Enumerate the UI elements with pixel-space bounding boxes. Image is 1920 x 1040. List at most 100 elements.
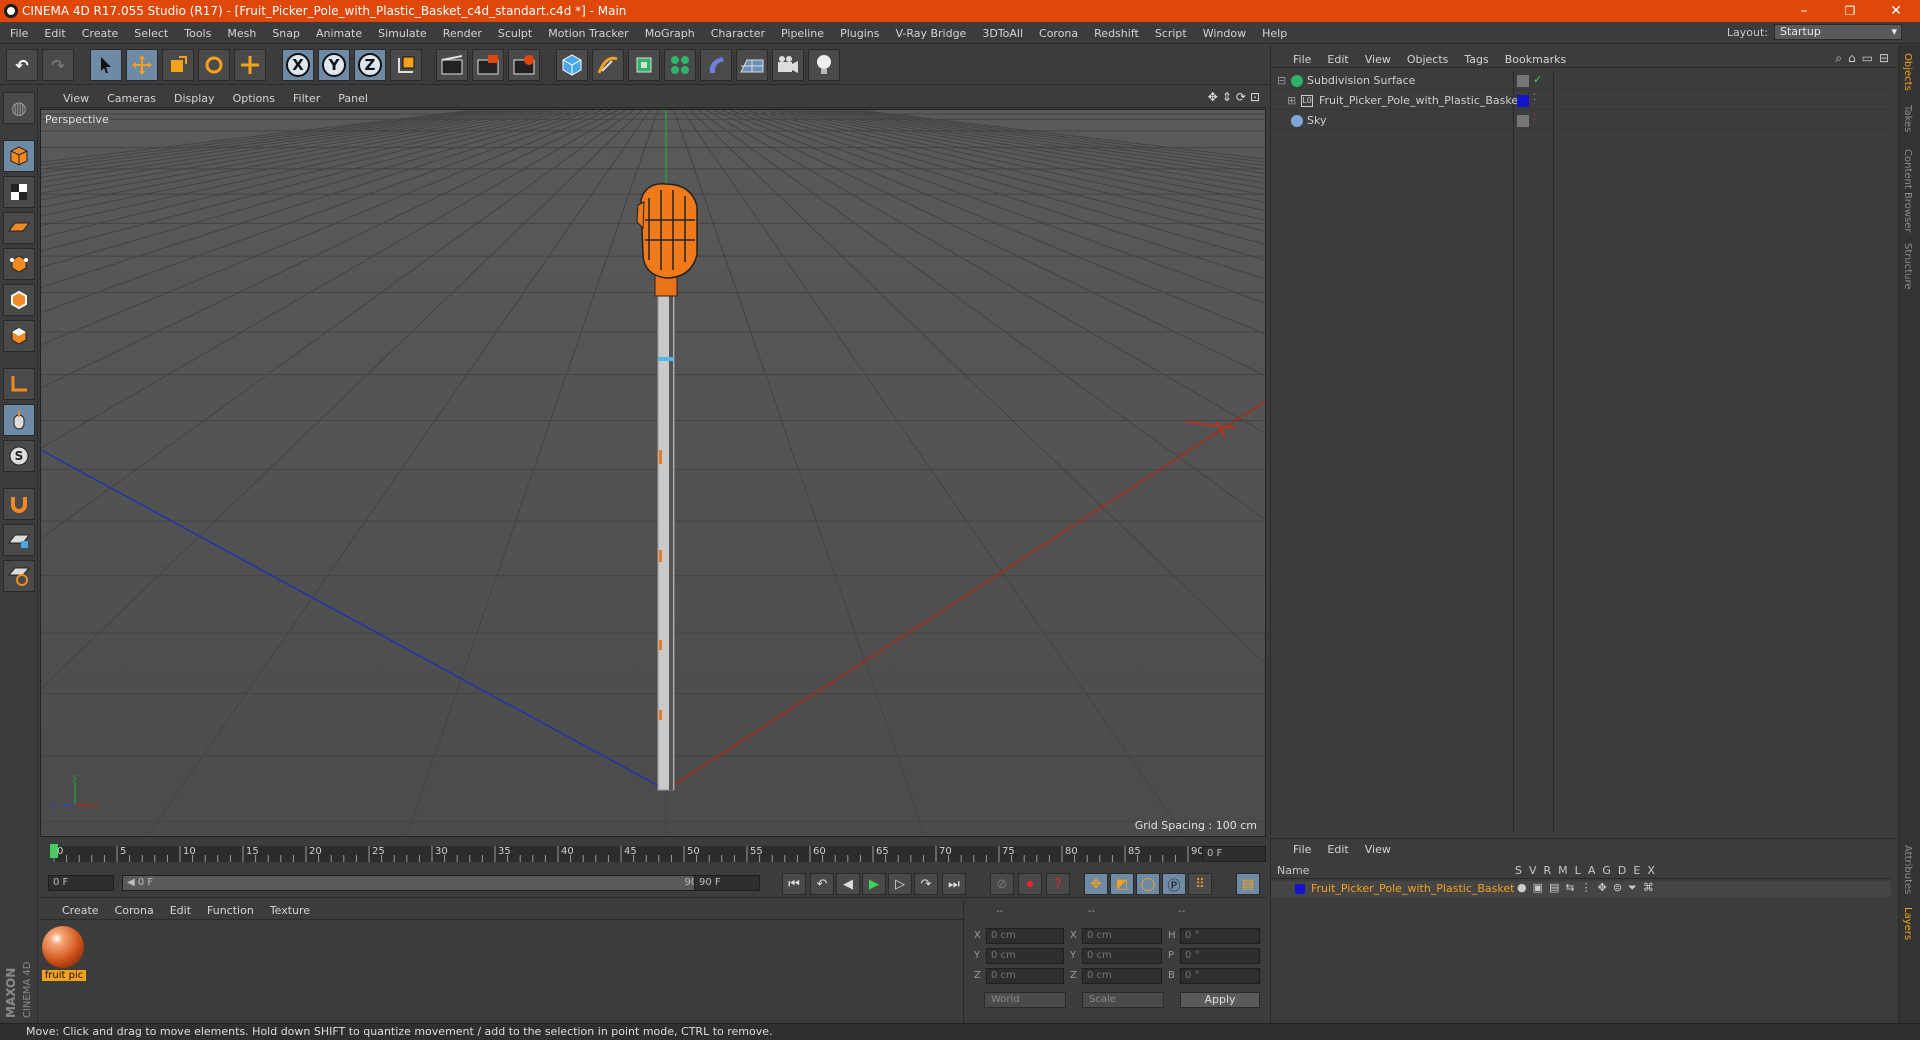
layer-column-header[interactable]: L xyxy=(1575,864,1581,877)
start-frame-field[interactable]: 0 F xyxy=(48,875,114,891)
layer-column-header[interactable]: A xyxy=(1588,864,1596,877)
menu-tools[interactable]: Tools xyxy=(176,27,219,40)
coordinate-system-icon[interactable] xyxy=(390,49,422,81)
size-z-field[interactable]: 0 cm xyxy=(1082,968,1162,984)
axis-mode-icon[interactable] xyxy=(3,368,35,400)
deformer-bend-icon[interactable] xyxy=(700,49,732,81)
menu-edit[interactable]: Edit xyxy=(36,27,73,40)
next-frame-icon[interactable]: ▷ xyxy=(888,873,912,895)
size-mode-dropdown[interactable]: Scale xyxy=(1082,992,1164,1008)
menu-mograph[interactable]: MoGraph xyxy=(637,27,703,40)
tweak-mode-icon[interactable] xyxy=(3,404,35,436)
cube-primitive-icon[interactable] xyxy=(556,49,588,81)
scale-tool-icon[interactable] xyxy=(162,49,194,81)
menu-3dtoall[interactable]: 3DToAll xyxy=(974,27,1031,40)
collapse-toggle-icon[interactable]: ⊟ xyxy=(1277,74,1286,87)
tab-layers[interactable]: Layers xyxy=(1902,907,1913,940)
key-rotation-icon[interactable]: ◯ xyxy=(1136,873,1160,895)
render-settings-icon[interactable] xyxy=(508,49,540,81)
menu-plugins[interactable]: Plugins xyxy=(832,27,887,40)
vp-menu-panel[interactable]: Panel xyxy=(329,92,377,105)
z-axis-lock-button[interactable]: Z xyxy=(354,49,386,81)
menu-mesh[interactable]: Mesh xyxy=(219,27,264,40)
vp-menu-filter[interactable]: Filter xyxy=(284,92,329,105)
layer-menu-view[interactable]: View xyxy=(1357,843,1399,856)
autokey-icon[interactable]: ⏺ xyxy=(1018,873,1042,895)
keyframe-selection-icon[interactable]: ? xyxy=(1046,873,1070,895)
obj-menu-bookmarks[interactable]: Bookmarks xyxy=(1497,53,1574,66)
previous-key-icon[interactable]: ↶ xyxy=(810,873,834,895)
transform-tool-icon[interactable] xyxy=(234,49,266,81)
home-icon[interactable]: ⌂ xyxy=(1848,51,1856,66)
coord-system-dropdown[interactable]: World xyxy=(984,992,1066,1008)
grid-lock-icon[interactable] xyxy=(3,524,35,556)
rotate-tool-icon[interactable] xyxy=(198,49,230,81)
close-button[interactable]: ✕ xyxy=(1874,0,1918,22)
menu-create[interactable]: Create xyxy=(74,27,127,40)
obj-menu-objects[interactable]: Objects xyxy=(1399,53,1457,66)
points-mode-icon[interactable] xyxy=(3,248,35,280)
layer-column-header[interactable]: E xyxy=(1633,864,1640,877)
search-icon[interactable]: ⌕ xyxy=(1835,51,1842,66)
menu-redshift[interactable]: Redshift xyxy=(1086,27,1147,40)
menu-character[interactable]: Character xyxy=(703,27,773,40)
vp-menu-view[interactable]: View xyxy=(54,92,98,105)
enabled-check-icon[interactable]: ✓ xyxy=(1533,73,1542,86)
material-swatch[interactable]: fruit pic xyxy=(42,926,86,984)
model-mode-icon[interactable] xyxy=(3,140,35,172)
perspective-viewport[interactable]: y x z Perspective Grid Spacing : 100 cm xyxy=(40,109,1266,837)
layer-toggle-icons[interactable]: ●▣▤⇆⋮✥⊜⏷⌘ xyxy=(1517,881,1660,895)
pos-x-field[interactable]: 0 cm xyxy=(986,928,1064,944)
previous-frame-icon[interactable]: ◀ xyxy=(836,873,860,895)
viewport-dolly-icon[interactable]: ⇕ xyxy=(1222,90,1232,104)
vp-menu-options[interactable]: Options xyxy=(224,92,284,105)
layer-column-header[interactable]: M xyxy=(1558,864,1568,877)
preview-range-slider[interactable]: ◀ 0 F 90 F ▶ xyxy=(122,875,722,891)
menu-render[interactable]: Render xyxy=(435,27,490,40)
grid-snap-icon[interactable] xyxy=(3,560,35,592)
workplane-mode-icon[interactable] xyxy=(3,212,35,244)
layer-menu-file[interactable]: File xyxy=(1285,843,1319,856)
viewport-pan-icon[interactable]: ✥ xyxy=(1208,90,1218,104)
menu-snap[interactable]: Snap xyxy=(264,27,308,40)
object-row-sky[interactable]: Sky ⁚ xyxy=(1271,112,1891,130)
layer-menu-edit[interactable]: Edit xyxy=(1319,843,1356,856)
tab-structure[interactable]: Structure xyxy=(1902,243,1913,290)
tab-content-browser[interactable]: Content Browser xyxy=(1902,149,1913,232)
redo-icon[interactable]: ↷ xyxy=(42,49,74,81)
select-arrow-icon[interactable] xyxy=(90,49,122,81)
restore-button[interactable]: ❐ xyxy=(1828,0,1872,22)
menu-window[interactable]: Window xyxy=(1195,27,1254,40)
key-position-icon[interactable]: ✥ xyxy=(1084,873,1108,895)
menu-motion-tracker[interactable]: Motion Tracker xyxy=(540,27,636,40)
y-axis-lock-button[interactable]: Y xyxy=(318,49,350,81)
layout-dropdown[interactable]: Startup xyxy=(1774,24,1902,40)
menu-corona[interactable]: Corona xyxy=(1031,27,1086,40)
key-pla-icon[interactable]: ⠿ xyxy=(1188,873,1212,895)
menu-script[interactable]: Script xyxy=(1147,27,1195,40)
size-x-field[interactable]: 0 cm xyxy=(1082,928,1162,944)
render-picture-viewer-icon[interactable] xyxy=(472,49,504,81)
obj-menu-file[interactable]: File xyxy=(1285,53,1319,66)
next-key-icon[interactable]: ↷ xyxy=(914,873,938,895)
object-row-fruit-picker[interactable]: ⊞ L0 Fruit_Picker_Pole_with_Plastic_Bask… xyxy=(1271,92,1891,110)
make-editable-icon[interactable]: ◍ xyxy=(3,92,35,124)
mat-menu-function[interactable]: Function xyxy=(199,904,262,917)
key-parameter-icon[interactable]: Ⓟ xyxy=(1162,873,1186,895)
layer-column-header[interactable]: S xyxy=(1515,864,1522,877)
rot-p-field[interactable]: 0 ° xyxy=(1180,948,1260,964)
end-frame-field[interactable]: 90 F xyxy=(694,875,760,891)
layer-column-header[interactable]: R xyxy=(1544,864,1552,877)
minimize-panel-icon[interactable]: ▭ xyxy=(1862,51,1873,66)
obj-menu-edit[interactable]: Edit xyxy=(1319,53,1356,66)
polygons-mode-icon[interactable] xyxy=(3,320,35,352)
edges-mode-icon[interactable] xyxy=(3,284,35,316)
apply-button[interactable]: Apply xyxy=(1180,992,1260,1008)
mat-menu-edit[interactable]: Edit xyxy=(162,904,199,917)
viewport-maximize-icon[interactable]: ⊡ xyxy=(1250,90,1260,104)
menu-vray-bridge[interactable]: V-Ray Bridge xyxy=(887,27,974,40)
obj-menu-view[interactable]: View xyxy=(1357,53,1399,66)
mograph-cloner-icon[interactable] xyxy=(664,49,696,81)
menu-sculpt[interactable]: Sculpt xyxy=(490,27,540,40)
menu-simulate[interactable]: Simulate xyxy=(370,27,435,40)
